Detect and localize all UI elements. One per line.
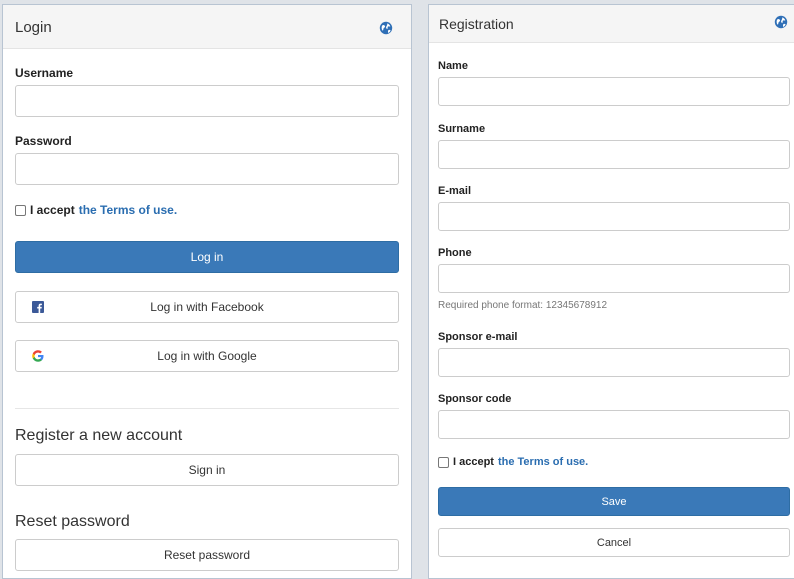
login-accept-text: I accept	[30, 203, 75, 217]
password-label: Password	[15, 134, 72, 148]
username-input[interactable]	[15, 85, 399, 117]
registration-terms-link[interactable]: the Terms of use.	[498, 456, 588, 468]
username-label: Username	[15, 66, 74, 80]
facebook-login-button[interactable]: Log in with Facebook	[15, 291, 399, 323]
login-button[interactable]: Log in	[15, 241, 399, 273]
login-terms-link[interactable]: the Terms of use.	[79, 203, 177, 217]
registration-terms-checkbox[interactable]	[438, 456, 449, 468]
password-input[interactable]	[15, 153, 399, 185]
name-label: Name	[438, 60, 468, 72]
facebook-login-label: Log in with Facebook	[150, 300, 264, 314]
registration-accept-text: I accept	[453, 456, 494, 468]
reset-section-title: Reset password	[15, 513, 130, 530]
sponsor-email-input[interactable]	[438, 348, 790, 377]
email-label: E-mail	[438, 185, 472, 197]
globe-icon[interactable]	[774, 15, 788, 29]
sponsor-code-input[interactable]	[438, 410, 790, 439]
google-icon	[32, 350, 44, 362]
globe-icon[interactable]	[379, 21, 393, 35]
login-accept-terms: I accept the Terms of use.	[15, 203, 177, 217]
surname-input[interactable]	[438, 140, 790, 169]
signin-button[interactable]: Sign in	[15, 454, 399, 486]
surname-label: Surname	[438, 123, 486, 135]
reset-password-button[interactable]: Reset password	[15, 539, 399, 571]
login-panel-header: Login	[3, 5, 411, 49]
sponsor-email-label: Sponsor e-mail	[438, 331, 518, 343]
login-title: Login	[15, 19, 52, 36]
cancel-button[interactable]: Cancel	[438, 528, 790, 557]
save-button[interactable]: Save	[438, 487, 790, 516]
phone-input[interactable]	[438, 264, 790, 293]
registration-accept-terms: I accept the Terms of use.	[438, 456, 588, 468]
login-divider	[15, 408, 399, 409]
phone-format-help: Required phone format: 12345678912	[438, 300, 608, 311]
registration-panel: Registration Name Surname E-mail Phone R…	[428, 4, 794, 579]
phone-label: Phone	[438, 247, 472, 259]
name-input[interactable]	[438, 77, 790, 106]
registration-panel-header: Registration	[429, 5, 794, 43]
login-panel: Login Username Password I accept the Ter…	[2, 4, 412, 579]
login-terms-checkbox[interactable]	[15, 204, 26, 216]
register-section-title: Register a new account	[15, 427, 183, 444]
email-input[interactable]	[438, 202, 790, 231]
registration-title: Registration	[439, 16, 514, 32]
google-login-button[interactable]: Log in with Google	[15, 340, 399, 372]
google-login-label: Log in with Google	[157, 349, 257, 363]
facebook-icon	[32, 301, 44, 313]
sponsor-code-label: Sponsor code	[438, 393, 512, 405]
